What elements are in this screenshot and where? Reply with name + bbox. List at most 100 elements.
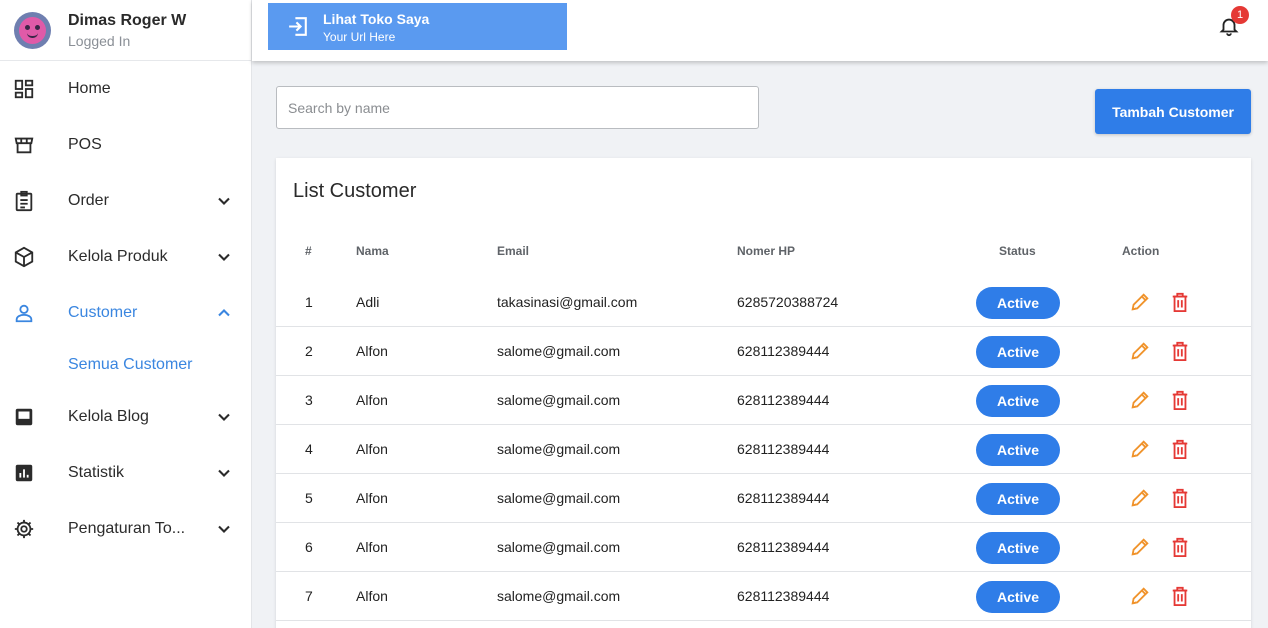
edit-icon[interactable] bbox=[1129, 438, 1151, 460]
edit-icon[interactable] bbox=[1129, 340, 1151, 362]
cell-no: 4 bbox=[305, 441, 313, 457]
gear-icon bbox=[14, 519, 34, 539]
dashboard-icon bbox=[14, 79, 34, 99]
cell-email: salome@gmail.com bbox=[497, 441, 621, 457]
table-row: 4 Alfon salome@gmail.com 628112389444 Ac… bbox=[276, 425, 1251, 474]
view-shop-title: Lihat Toko Saya bbox=[323, 11, 430, 27]
header-nama: Nama bbox=[356, 244, 389, 258]
sidebar-item-kelola-blog[interactable]: Kelola Blog bbox=[0, 397, 252, 437]
user-profile: Dimas Roger W Logged In bbox=[0, 0, 251, 61]
sidebar-item-label: Order bbox=[68, 192, 109, 209]
header-nomer-hp: Nomer HP bbox=[737, 244, 796, 258]
status-badge[interactable]: Active bbox=[976, 483, 1060, 515]
edit-icon[interactable] bbox=[1129, 585, 1151, 607]
sidebar-item-pos[interactable]: POS bbox=[0, 125, 252, 165]
cell-email: salome@gmail.com bbox=[497, 539, 621, 555]
sidebar-item-label: Kelola Blog bbox=[68, 408, 149, 425]
chevron-up-icon bbox=[218, 309, 230, 317]
add-customer-button[interactable]: Tambah Customer bbox=[1095, 89, 1251, 134]
sidebar-item-label: Statistik bbox=[68, 464, 125, 481]
cell-phone: 628112389444 bbox=[737, 343, 830, 359]
chevron-down-icon bbox=[218, 197, 230, 205]
table-row: 7 Alfon salome@gmail.com 628112389444 Ac… bbox=[276, 572, 1251, 621]
cell-name: Alfon bbox=[356, 490, 388, 506]
sidebar-item-label: Kelola Produk bbox=[68, 248, 168, 265]
sidebar-item-label: Pengaturan To... bbox=[68, 520, 186, 537]
delete-icon[interactable] bbox=[1170, 585, 1190, 607]
table-row: 3 Alfon salome@gmail.com 628112389444 Ac… bbox=[276, 376, 1251, 425]
cell-phone: 628112389444 bbox=[737, 441, 830, 457]
status-badge[interactable]: Active bbox=[976, 532, 1060, 564]
status-badge[interactable]: Active bbox=[976, 434, 1060, 466]
table-row: 1 Adli takasinasi@gmail.com 628572038872… bbox=[276, 278, 1251, 327]
sidebar-item-label: Customer bbox=[68, 304, 138, 321]
header-action: Action bbox=[1122, 244, 1160, 258]
chevron-down-icon bbox=[218, 253, 230, 261]
cell-phone: 628112389444 bbox=[737, 392, 830, 408]
header-no: # bbox=[305, 244, 312, 258]
status-badge[interactable]: Active bbox=[976, 336, 1060, 368]
sidebar-item-label: POS bbox=[68, 136, 102, 153]
avatar bbox=[14, 11, 51, 49]
delete-icon[interactable] bbox=[1170, 438, 1190, 460]
clipboard-icon bbox=[15, 190, 33, 212]
chevron-down-icon bbox=[218, 413, 230, 421]
store-icon bbox=[14, 137, 34, 154]
cell-email: takasinasi@gmail.com bbox=[497, 294, 638, 310]
customer-list-card: List Customer # Nama Email Nomer HP Stat… bbox=[276, 158, 1251, 628]
chevron-down-icon bbox=[218, 525, 230, 533]
sidebar-item-statistik[interactable]: Statistik bbox=[0, 453, 252, 493]
status-badge[interactable]: Active bbox=[976, 581, 1060, 613]
cell-email: salome@gmail.com bbox=[497, 588, 621, 604]
cell-name: Adli bbox=[356, 294, 380, 310]
cell-no: 7 bbox=[305, 588, 313, 604]
status-badge[interactable]: Active bbox=[976, 385, 1060, 417]
sidebar-item-customer[interactable]: Customer bbox=[0, 293, 252, 333]
cell-email: salome@gmail.com bbox=[497, 490, 621, 506]
cell-name: Alfon bbox=[356, 392, 388, 408]
sidebar-subitem-semua-customer[interactable]: Semua Customer bbox=[68, 356, 193, 374]
cell-name: Alfon bbox=[356, 343, 388, 359]
delete-icon[interactable] bbox=[1170, 487, 1190, 509]
cell-phone: 628112389444 bbox=[737, 539, 830, 555]
topbar: Lihat Toko Saya Your Url Here 1 bbox=[252, 0, 1268, 61]
cell-no: 3 bbox=[305, 392, 313, 408]
table-row: 6 Alfon salome@gmail.com 628112389444 Ac… bbox=[276, 523, 1251, 572]
cell-name: Alfon bbox=[356, 539, 388, 555]
edit-icon[interactable] bbox=[1129, 389, 1151, 411]
cell-no: 6 bbox=[305, 539, 313, 555]
notification-badge: 1 bbox=[1231, 6, 1249, 24]
cell-name: Alfon bbox=[356, 588, 388, 604]
cell-no: 2 bbox=[305, 343, 313, 359]
cell-no: 5 bbox=[305, 490, 313, 506]
user-status: Logged In bbox=[68, 32, 131, 49]
card-title: List Customer bbox=[293, 180, 417, 202]
cell-phone: 628112389444 bbox=[737, 588, 830, 604]
delete-icon[interactable] bbox=[1170, 536, 1190, 558]
header-email: Email bbox=[497, 244, 530, 258]
table-row: 2 Alfon salome@gmail.com 628112389444 Ac… bbox=[276, 327, 1251, 376]
view-shop-button[interactable]: Lihat Toko Saya Your Url Here bbox=[268, 3, 567, 50]
user-name: Dimas Roger W bbox=[68, 11, 187, 29]
person-icon bbox=[15, 304, 33, 323]
login-icon bbox=[289, 17, 307, 36]
box-icon bbox=[14, 246, 34, 268]
sidebar-item-order[interactable]: Order bbox=[0, 181, 252, 221]
sidebar-item-home[interactable]: Home bbox=[0, 69, 252, 109]
delete-icon[interactable] bbox=[1170, 291, 1190, 313]
sidebar-item-kelola-produk[interactable]: Kelola Produk bbox=[0, 237, 252, 277]
status-badge[interactable]: Active bbox=[976, 287, 1060, 319]
delete-icon[interactable] bbox=[1170, 340, 1190, 362]
delete-icon[interactable] bbox=[1170, 389, 1190, 411]
cell-no: 1 bbox=[305, 294, 313, 310]
edit-icon[interactable] bbox=[1129, 291, 1151, 313]
table-row: 5 Alfon salome@gmail.com 628112389444 Ac… bbox=[276, 474, 1251, 523]
edit-icon[interactable] bbox=[1129, 536, 1151, 558]
chevron-down-icon bbox=[218, 469, 230, 477]
cell-name: Alfon bbox=[356, 441, 388, 457]
sidebar-item-pengaturan-toko[interactable]: Pengaturan To... bbox=[0, 509, 252, 549]
sidebar-item-label: Home bbox=[68, 80, 111, 97]
edit-icon[interactable] bbox=[1129, 487, 1151, 509]
search-input[interactable] bbox=[276, 86, 759, 129]
sidebar: Dimas Roger W Logged In Home POS Order K… bbox=[0, 0, 252, 628]
